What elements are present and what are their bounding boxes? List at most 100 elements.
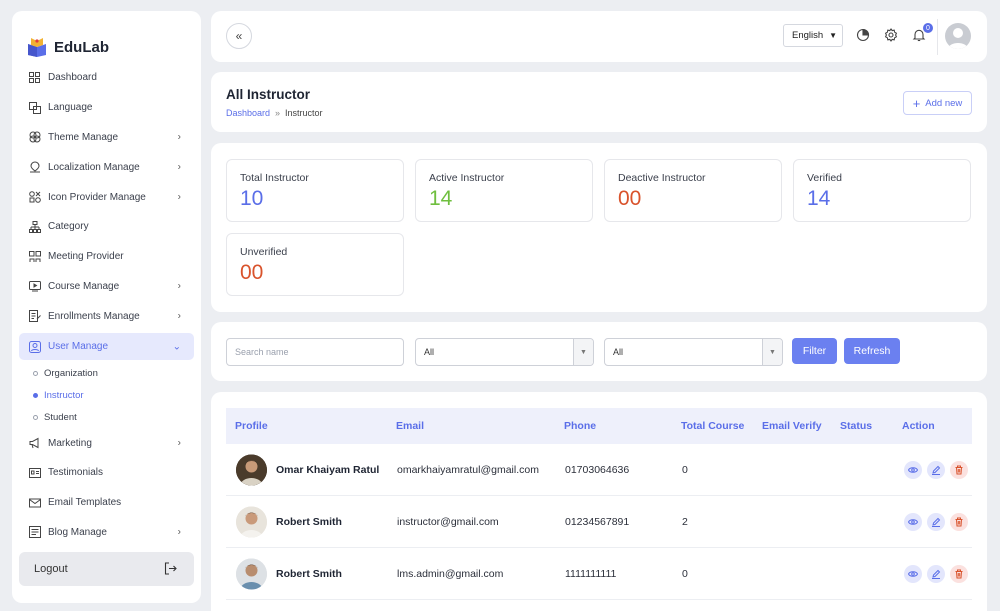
sidebar-item-icon-provider-manage[interactable]: Icon Provider Manage › — [12, 182, 201, 212]
stat-label: Unverified — [240, 246, 288, 258]
refresh-button[interactable]: Refresh — [844, 338, 900, 364]
app-logo[interactable]: EduLab — [26, 37, 109, 57]
language-select[interactable]: English ▼ — [783, 24, 843, 47]
sidebar-subitem-label: Student — [44, 411, 77, 423]
stat-value: 10 — [240, 187, 264, 210]
table-header: Profile Email Phone Total Course Email V… — [226, 408, 972, 444]
instructor-total-course: 0 — [682, 567, 688, 580]
edit-button[interactable] — [927, 460, 945, 479]
sidebar-item-meeting-provider[interactable]: Meeting Provider — [12, 242, 201, 272]
sidebar-item-marketing[interactable]: Marketing › — [12, 428, 201, 458]
chevron-down-icon: ▼ — [573, 339, 593, 365]
meeting-icon — [28, 250, 41, 263]
bullet-icon — [33, 370, 38, 376]
breadcrumb-link-dashboard[interactable]: Dashboard — [226, 108, 270, 118]
double-chevron-left-icon: « — [235, 29, 243, 43]
sidebar-item-course-manage[interactable]: Course Manage › — [12, 272, 201, 302]
breadcrumb-current: Instructor — [285, 108, 323, 118]
logout-icon — [164, 562, 177, 578]
view-button[interactable] — [904, 564, 922, 583]
plus-icon: + — [912, 95, 921, 111]
filter-select-1[interactable]: All ▼ — [415, 338, 594, 366]
language-value: English — [792, 30, 824, 41]
bullet-icon — [33, 392, 38, 398]
instructor-total-course: 2 — [682, 515, 688, 528]
sidebar-item-testimonials[interactable]: Testimonials — [12, 458, 201, 488]
app-name: EduLab — [54, 38, 109, 56]
sidebar-collapse-button[interactable]: « — [226, 23, 252, 49]
sidebar-item-localization-manage[interactable]: Localization Manage › — [12, 152, 201, 182]
gear-icon[interactable] — [884, 28, 898, 42]
edit-button[interactable] — [927, 564, 945, 583]
filter-card: All ▼ All ▼ Filter Refresh — [211, 322, 987, 381]
chevron-right-icon: › — [177, 310, 181, 322]
delete-button[interactable] — [950, 512, 968, 531]
delete-button[interactable] — [950, 460, 968, 479]
column-header-profile: Profile — [235, 420, 268, 432]
delete-button[interactable] — [950, 564, 968, 583]
sidebar-item-dashboard[interactable]: Dashboard — [12, 63, 201, 93]
instructor-name[interactable]: Robert Smith — [276, 516, 342, 528]
sidebar-item-label: Blog Manage — [48, 526, 107, 538]
chevron-right-icon: › — [177, 280, 181, 292]
view-button[interactable] — [904, 460, 922, 479]
grid-icon — [28, 71, 41, 84]
edit-button[interactable] — [927, 512, 945, 531]
sidebar-subitem-label: Organization — [44, 367, 98, 379]
select-value: All — [424, 347, 435, 357]
filter-select-2[interactable]: All ▼ — [604, 338, 783, 366]
search-input[interactable] — [226, 338, 404, 366]
breadcrumb: Dashboard » Instructor — [226, 108, 323, 118]
sidebar-subitem-organization[interactable]: Organization — [12, 362, 201, 384]
sidebar-item-enrollments-manage[interactable]: Enrollments Manage › — [12, 301, 201, 331]
stat-label: Verified — [807, 172, 843, 184]
sidebar-subitem-student[interactable]: Student — [12, 406, 201, 428]
testimonial-icon — [28, 466, 41, 479]
instructor-name[interactable]: Robert Smith — [276, 568, 342, 580]
column-header-phone: Phone — [564, 420, 597, 432]
stat-total-instructor: Total Instructor 10 — [226, 159, 404, 222]
row-actions — [904, 512, 973, 531]
notification-badge: 0 — [923, 23, 933, 33]
add-new-button[interactable]: + Add new — [903, 91, 972, 115]
filter-button[interactable]: Filter — [792, 338, 837, 364]
theme-icon — [28, 131, 41, 144]
trash-icon — [955, 465, 963, 474]
stat-value: 00 — [618, 187, 642, 210]
table-row: Robert Smith instructor@gmail.com 012345… — [226, 496, 972, 548]
chevron-down-icon: ⌄ — [172, 341, 181, 353]
instructor-email: omarkhaiyamratul@gmail.com — [397, 463, 539, 476]
logout-button[interactable]: Logout — [19, 552, 194, 586]
sidebar-item-language[interactable]: Language — [12, 93, 201, 123]
sidebar-item-theme-manage[interactable]: Theme Manage › — [12, 123, 201, 153]
stat-label: Deactive Instructor — [618, 172, 706, 184]
stat-unverified: Unverified 00 — [226, 233, 404, 296]
sidebar-item-label: Localization Manage — [48, 161, 140, 173]
header-divider — [937, 19, 938, 55]
sidebar: EduLab Dashboard Language Theme Manage ›… — [12, 11, 201, 603]
stat-active-instructor: Active Instructor 14 — [415, 159, 593, 222]
trash-icon — [955, 517, 963, 526]
sidebar-item-category[interactable]: Category — [12, 212, 201, 242]
theme-toggle-icon[interactable] — [856, 28, 870, 42]
column-header-status: Status — [840, 420, 873, 432]
instructor-name[interactable]: Omar Khaiyam Ratul — [276, 464, 379, 476]
pencil-icon — [932, 517, 941, 527]
sidebar-item-label: Dashboard — [48, 72, 97, 84]
sidebar-subitem-instructor[interactable]: Instructor — [12, 384, 201, 406]
enroll-icon — [28, 310, 41, 323]
stat-verified: Verified 14 — [793, 159, 971, 222]
view-button[interactable] — [904, 512, 922, 531]
sidebar-item-email-templates[interactable]: Email Templates — [12, 488, 201, 518]
column-header-email-verify: Email Verify — [762, 420, 822, 432]
avatar[interactable] — [945, 23, 971, 49]
sidebar-item-user-manage[interactable]: User Manage ⌄ — [19, 333, 194, 361]
sidebar-item-label: Category — [48, 221, 89, 233]
sidebar-item-blog-manage[interactable]: Blog Manage › — [12, 518, 201, 548]
sidebar-item-label: Testimonials — [48, 467, 104, 479]
table-row: Omar Khaiyam Ratul omarkhaiyamratul@gmai… — [226, 444, 972, 496]
trash-icon — [955, 569, 963, 578]
instructor-email: lms.admin@gmail.com — [397, 567, 504, 580]
chevron-down-icon: ▼ — [829, 31, 837, 40]
logout-label: Logout — [34, 563, 68, 575]
